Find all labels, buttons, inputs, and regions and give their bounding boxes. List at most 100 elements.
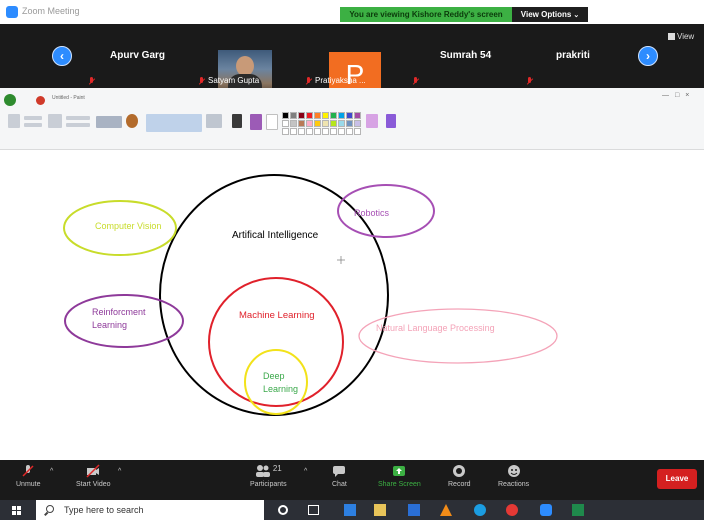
swatch[interactable] [298, 112, 305, 119]
swatch[interactable] [298, 128, 305, 135]
reactions-button[interactable]: Reactions [498, 464, 529, 488]
resize-icon[interactable] [66, 123, 90, 127]
swatch[interactable] [338, 120, 345, 127]
view-toggle-label: View [677, 32, 695, 41]
swatch[interactable] [346, 128, 353, 135]
swatch[interactable] [346, 112, 353, 119]
robotics-label: Robotics [354, 208, 390, 218]
copy-icon[interactable] [24, 123, 42, 127]
paint3d-icon[interactable] [386, 114, 396, 128]
swatch[interactable] [306, 128, 313, 135]
chevron-down-icon: ⌄ [573, 12, 580, 19]
record-label: Record [448, 481, 471, 488]
swatch[interactable] [322, 128, 329, 135]
chat-button[interactable]: Chat [332, 464, 347, 488]
participant-name: Apurv Garg [110, 50, 166, 61]
zoom-window: Zoom Meeting You are viewing Kishore Red… [0, 0, 704, 520]
crop-icon[interactable] [66, 116, 90, 120]
task-view-icon[interactable] [308, 505, 319, 515]
participants-caret-icon[interactable]: ^ [304, 468, 307, 475]
windows-start-icon[interactable] [12, 506, 22, 516]
unmute-label: Unmute [16, 481, 41, 488]
paint-window-controls[interactable]: —□× [662, 92, 695, 99]
vlc-icon[interactable] [440, 504, 452, 516]
cortana-icon[interactable] [278, 505, 288, 515]
taskbar-search-box[interactable]: Type here to search [36, 500, 264, 520]
swatch[interactable] [322, 120, 329, 127]
nlp-label: Natural Language Processing [376, 323, 495, 333]
swatch[interactable] [290, 112, 297, 119]
color1-icon[interactable] [250, 114, 262, 130]
swatch[interactable] [298, 120, 305, 127]
swatch[interactable] [354, 112, 361, 119]
start-video-label: Start Video [76, 481, 111, 488]
swatch[interactable] [354, 128, 361, 135]
swatch[interactable] [306, 112, 313, 119]
swatch[interactable] [330, 128, 337, 135]
zoom-taskbar-icon[interactable] [540, 504, 552, 516]
select-icon[interactable] [48, 114, 62, 128]
smiley-icon [507, 465, 520, 477]
swatch[interactable] [314, 120, 321, 127]
brush-icon[interactable] [126, 114, 138, 128]
participant-name: Sumrah 54 [440, 50, 492, 61]
chrome-icon[interactable] [506, 504, 518, 516]
paint-quick-access-icon [36, 96, 45, 105]
unmute-button[interactable]: Unmute [16, 464, 41, 488]
swatch[interactable] [306, 120, 313, 127]
swatch[interactable] [282, 112, 289, 119]
mail-icon[interactable] [408, 504, 420, 516]
video-options-caret-icon[interactable]: ^ [118, 468, 121, 475]
color2-icon[interactable] [266, 114, 278, 130]
swatch[interactable] [282, 120, 289, 127]
record-icon [453, 465, 466, 477]
swatch[interactable] [290, 128, 297, 135]
share-screen-button[interactable]: Share Screen [378, 464, 421, 488]
swatch[interactable] [346, 120, 353, 127]
muted-mic-icon [88, 77, 95, 86]
swatch[interactable] [314, 112, 321, 119]
shapes-gallery[interactable] [146, 114, 202, 132]
reactions-label: Reactions [498, 481, 530, 488]
chat-icon [333, 466, 346, 477]
swatch[interactable] [282, 128, 289, 135]
size-icon[interactable] [232, 114, 242, 128]
next-page-button[interactable]: › [638, 46, 658, 66]
previous-page-button[interactable]: ‹ [52, 46, 72, 66]
muted-mic-icon [198, 77, 205, 86]
swatch[interactable] [330, 112, 337, 119]
swatch[interactable] [338, 112, 345, 119]
file-explorer-icon[interactable] [374, 504, 386, 516]
excel-icon[interactable] [572, 504, 584, 516]
share-screen-label: Share Screen [378, 481, 421, 488]
swatch[interactable] [330, 120, 337, 127]
swatch[interactable] [338, 128, 345, 135]
view-options-button[interactable]: View Options ⌄ [512, 7, 588, 22]
view-toggle-button[interactable]: View [668, 32, 694, 41]
view-options-label: View Options [520, 10, 572, 19]
swatch[interactable] [290, 120, 297, 127]
browser-app-icon[interactable] [344, 504, 356, 516]
computer-vision-label: Computer Vision [95, 221, 161, 231]
deep-learning-circle [244, 349, 308, 415]
leave-button[interactable]: Leave [657, 469, 697, 489]
screen-share-banner: You are viewing Kishore Reddy's screen [340, 7, 512, 22]
participants-button[interactable]: 21 Participants [250, 464, 287, 488]
record-button[interactable]: Record [448, 464, 471, 488]
edit-colors-icon[interactable] [366, 114, 378, 128]
outline-fill-icon[interactable] [206, 114, 222, 128]
reinforcement-label: Reinforcment Learning [92, 307, 146, 330]
swatch[interactable] [314, 128, 321, 135]
cut-icon[interactable] [24, 116, 42, 120]
tools-group-icon[interactable] [96, 116, 122, 128]
paste-icon[interactable] [8, 114, 20, 128]
paint-canvas[interactable]: Artifical Intelligence Computer Vision R… [4, 152, 704, 460]
start-video-button[interactable]: Start Video [76, 464, 111, 488]
audio-options-caret-icon[interactable]: ^ [50, 468, 53, 475]
swatch[interactable] [322, 112, 329, 119]
swatch[interactable] [354, 120, 361, 127]
grid-icon [668, 33, 675, 41]
zoom-logo-icon [6, 6, 18, 18]
edge-icon[interactable] [474, 504, 486, 516]
search-icon [46, 505, 54, 513]
